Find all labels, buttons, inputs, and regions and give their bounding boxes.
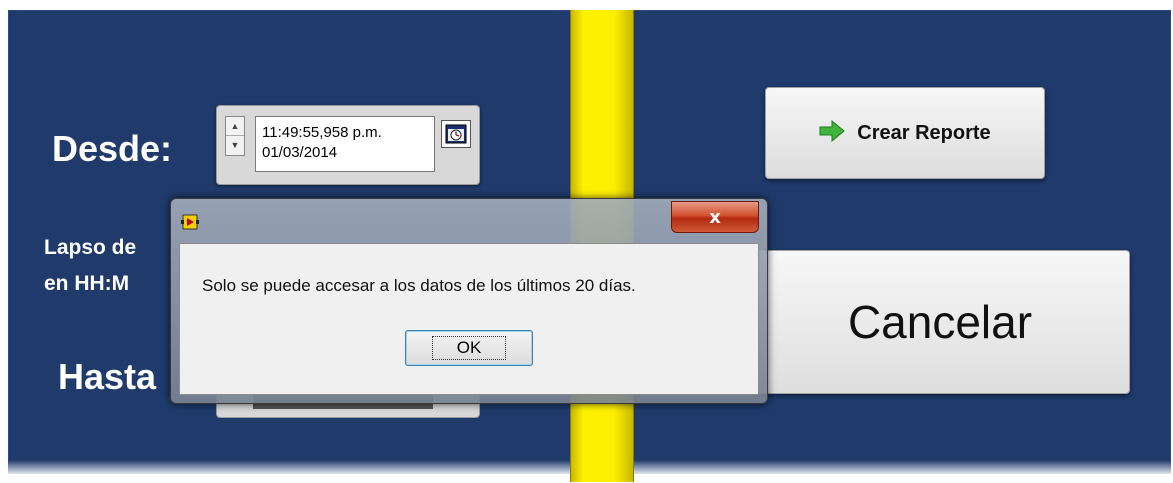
green-arrow-right-icon xyxy=(819,119,846,147)
calendar-clock-icon[interactable] xyxy=(441,120,471,148)
desde-datetime-field[interactable]: 11:49:55,958 p.m. 01/03/2014 xyxy=(255,116,435,172)
lapso-label-line1: Lapso de xyxy=(44,236,137,259)
datetime-spinner[interactable]: ▲ ▼ xyxy=(225,116,245,156)
desde-datetime-control: ▲ ▼ 11:49:55,958 p.m. 01/03/2014 xyxy=(216,105,480,185)
spin-down-icon[interactable]: ▼ xyxy=(226,136,244,154)
close-icon: x xyxy=(709,206,721,228)
crear-reporte-label: Crear Reporte xyxy=(857,121,991,144)
ok-label: OK xyxy=(431,336,507,360)
lapso-label: Lapso de en HH:M xyxy=(44,230,136,302)
cancelar-button[interactable]: Cancelar xyxy=(750,250,1130,394)
labview-icon xyxy=(181,213,199,231)
ok-button[interactable]: OK xyxy=(405,330,533,366)
lapso-label-line2: en HH:M xyxy=(44,272,130,295)
dialog-titlebar[interactable]: x xyxy=(171,199,767,243)
dialog-message: Solo se puede accesar a los datos de los… xyxy=(202,276,636,295)
cancelar-label: Cancelar xyxy=(847,296,1033,348)
message-dialog: x Solo se puede accesar a los datos de l… xyxy=(170,198,768,404)
crear-reporte-button[interactable]: Crear Reporte xyxy=(765,87,1045,179)
desde-label: Desde: xyxy=(52,128,173,169)
hasta-label: Hasta xyxy=(58,356,157,397)
dialog-close-button[interactable]: x xyxy=(671,201,759,233)
desde-date-value: 01/03/2014 xyxy=(262,144,338,161)
spin-up-icon[interactable]: ▲ xyxy=(226,117,244,136)
desde-time-value: 11:49:55,958 p.m. xyxy=(262,124,382,141)
dialog-body: Solo se puede accesar a los datos de los… xyxy=(179,243,759,395)
